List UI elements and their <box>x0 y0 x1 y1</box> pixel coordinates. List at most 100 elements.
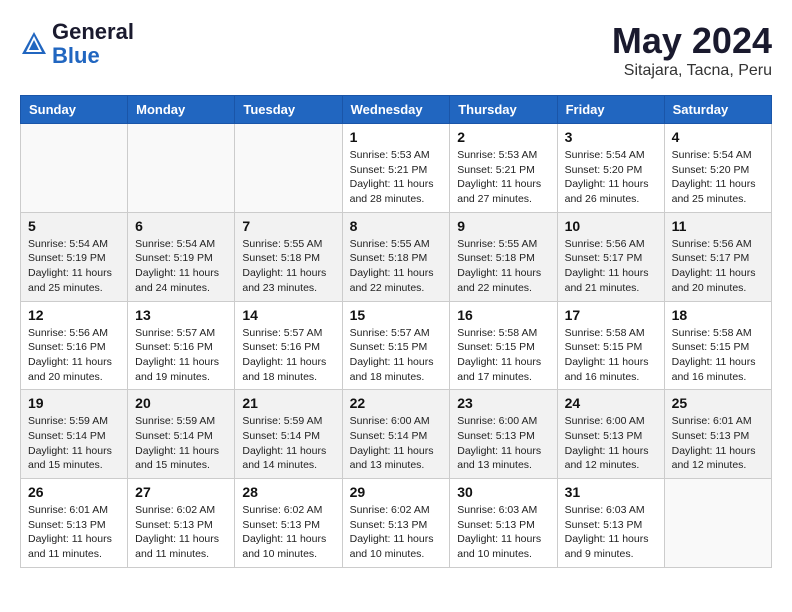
day-number: 24 <box>565 395 657 411</box>
calendar-day-cell: 15 Sunrise: 5:57 AM Sunset: 5:15 PM Dayli… <box>342 301 450 390</box>
weekday-header-saturday: Saturday <box>664 96 771 124</box>
calendar-week-row: 12 Sunrise: 5:56 AM Sunset: 5:16 PM Dayli… <box>21 301 772 390</box>
day-number: 3 <box>565 129 657 145</box>
day-info: Sunrise: 5:57 AM Sunset: 5:16 PM Dayligh… <box>135 326 227 385</box>
day-number: 31 <box>565 484 657 500</box>
day-info: Sunrise: 5:57 AM Sunset: 5:16 PM Dayligh… <box>242 326 334 385</box>
day-info: Sunrise: 5:53 AM Sunset: 5:21 PM Dayligh… <box>457 148 549 207</box>
day-info: Sunrise: 6:02 AM Sunset: 5:13 PM Dayligh… <box>135 503 227 562</box>
calendar-day-cell: 8 Sunrise: 5:55 AM Sunset: 5:18 PM Daylig… <box>342 212 450 301</box>
logo-line1: General <box>52 20 134 44</box>
calendar-day-cell <box>664 479 771 568</box>
day-info: Sunrise: 5:59 AM Sunset: 5:14 PM Dayligh… <box>242 414 334 473</box>
calendar-day-cell: 11 Sunrise: 5:56 AM Sunset: 5:17 PM Dayli… <box>664 212 771 301</box>
day-number: 25 <box>672 395 764 411</box>
calendar-day-cell: 1 Sunrise: 5:53 AM Sunset: 5:21 PM Daylig… <box>342 124 450 213</box>
day-number: 27 <box>135 484 227 500</box>
page-header: General Blue May 2024 Sitajara, Tacna, P… <box>20 20 772 80</box>
day-info: Sunrise: 5:55 AM Sunset: 5:18 PM Dayligh… <box>350 237 443 296</box>
logo: General Blue <box>20 20 134 68</box>
calendar-day-cell: 16 Sunrise: 5:58 AM Sunset: 5:15 PM Dayli… <box>450 301 557 390</box>
weekday-header-row: SundayMondayTuesdayWednesdayThursdayFrid… <box>21 96 772 124</box>
calendar-day-cell: 10 Sunrise: 5:56 AM Sunset: 5:17 PM Dayli… <box>557 212 664 301</box>
calendar-day-cell: 23Sunrise: 6:00 AM Sunset: 5:13 PM Dayli… <box>450 390 557 479</box>
day-info: Sunrise: 5:58 AM Sunset: 5:15 PM Dayligh… <box>672 326 764 385</box>
calendar-day-cell: 3 Sunrise: 5:54 AM Sunset: 5:20 PM Daylig… <box>557 124 664 213</box>
calendar-day-cell: 14Sunrise: 5:57 AM Sunset: 5:16 PM Dayli… <box>235 301 342 390</box>
day-number: 9 <box>457 218 549 234</box>
day-info: Sunrise: 5:56 AM Sunset: 5:16 PM Dayligh… <box>28 326 120 385</box>
calendar-day-cell: 12 Sunrise: 5:56 AM Sunset: 5:16 PM Dayli… <box>21 301 128 390</box>
day-info: Sunrise: 6:03 AM Sunset: 5:13 PM Dayligh… <box>457 503 549 562</box>
day-info: Sunrise: 6:01 AM Sunset: 5:13 PM Dayligh… <box>672 414 764 473</box>
day-number: 7 <box>242 218 334 234</box>
calendar-day-cell: 22Sunrise: 6:00 AM Sunset: 5:14 PM Dayli… <box>342 390 450 479</box>
day-number: 2 <box>457 129 549 145</box>
day-number: 12 <box>28 307 120 323</box>
calendar-week-row: 1 Sunrise: 5:53 AM Sunset: 5:21 PM Daylig… <box>21 124 772 213</box>
day-info: Sunrise: 5:59 AM Sunset: 5:14 PM Dayligh… <box>28 414 120 473</box>
day-number: 11 <box>672 218 764 234</box>
day-info: Sunrise: 6:00 AM Sunset: 5:13 PM Dayligh… <box>565 414 657 473</box>
day-info: Sunrise: 6:00 AM Sunset: 5:14 PM Dayligh… <box>350 414 443 473</box>
day-number: 10 <box>565 218 657 234</box>
calendar-location: Sitajara, Tacna, Peru <box>612 62 772 80</box>
calendar-table: SundayMondayTuesdayWednesdayThursdayFrid… <box>20 95 772 568</box>
calendar-day-cell: 31 Sunrise: 6:03 AM Sunset: 5:13 PM Dayli… <box>557 479 664 568</box>
calendar-day-cell: 26 Sunrise: 6:01 AM Sunset: 5:13 PM Dayli… <box>21 479 128 568</box>
calendar-day-cell: 9 Sunrise: 5:55 AM Sunset: 5:18 PM Daylig… <box>450 212 557 301</box>
day-number: 28 <box>242 484 334 500</box>
calendar-day-cell: 28Sunrise: 6:02 AM Sunset: 5:13 PM Dayli… <box>235 479 342 568</box>
day-number: 30 <box>457 484 549 500</box>
calendar-week-row: 19Sunrise: 5:59 AM Sunset: 5:14 PM Dayli… <box>21 390 772 479</box>
day-info: Sunrise: 5:58 AM Sunset: 5:15 PM Dayligh… <box>457 326 549 385</box>
weekday-header-thursday: Thursday <box>450 96 557 124</box>
day-info: Sunrise: 5:56 AM Sunset: 5:17 PM Dayligh… <box>565 237 657 296</box>
day-info: Sunrise: 6:03 AM Sunset: 5:13 PM Dayligh… <box>565 503 657 562</box>
day-number: 16 <box>457 307 549 323</box>
day-number: 8 <box>350 218 443 234</box>
day-number: 29 <box>350 484 443 500</box>
calendar-day-cell <box>128 124 235 213</box>
day-info: Sunrise: 5:54 AM Sunset: 5:20 PM Dayligh… <box>565 148 657 207</box>
day-number: 18 <box>672 307 764 323</box>
day-number: 20 <box>135 395 227 411</box>
day-info: Sunrise: 5:55 AM Sunset: 5:18 PM Dayligh… <box>457 237 549 296</box>
day-info: Sunrise: 5:53 AM Sunset: 5:21 PM Dayligh… <box>350 148 443 207</box>
calendar-day-cell: 7Sunrise: 5:55 AM Sunset: 5:18 PM Daylig… <box>235 212 342 301</box>
weekday-header-tuesday: Tuesday <box>235 96 342 124</box>
day-number: 15 <box>350 307 443 323</box>
day-info: Sunrise: 5:54 AM Sunset: 5:19 PM Dayligh… <box>28 237 120 296</box>
calendar-week-row: 26 Sunrise: 6:01 AM Sunset: 5:13 PM Dayli… <box>21 479 772 568</box>
day-info: Sunrise: 6:01 AM Sunset: 5:13 PM Dayligh… <box>28 503 120 562</box>
day-number: 5 <box>28 218 120 234</box>
calendar-day-cell: 30 Sunrise: 6:03 AM Sunset: 5:13 PM Dayli… <box>450 479 557 568</box>
calendar-day-cell: 13 Sunrise: 5:57 AM Sunset: 5:16 PM Dayli… <box>128 301 235 390</box>
calendar-day-cell: 19Sunrise: 5:59 AM Sunset: 5:14 PM Dayli… <box>21 390 128 479</box>
day-info: Sunrise: 5:56 AM Sunset: 5:17 PM Dayligh… <box>672 237 764 296</box>
calendar-day-cell: 2 Sunrise: 5:53 AM Sunset: 5:21 PM Daylig… <box>450 124 557 213</box>
day-number: 21 <box>242 395 334 411</box>
day-number: 13 <box>135 307 227 323</box>
day-number: 1 <box>350 129 443 145</box>
day-info: Sunrise: 5:58 AM Sunset: 5:15 PM Dayligh… <box>565 326 657 385</box>
day-number: 26 <box>28 484 120 500</box>
day-info: Sunrise: 5:59 AM Sunset: 5:14 PM Dayligh… <box>135 414 227 473</box>
calendar-day-cell: 27 Sunrise: 6:02 AM Sunset: 5:13 PM Dayli… <box>128 479 235 568</box>
calendar-week-row: 5 Sunrise: 5:54 AM Sunset: 5:19 PM Daylig… <box>21 212 772 301</box>
calendar-day-cell: 5 Sunrise: 5:54 AM Sunset: 5:19 PM Daylig… <box>21 212 128 301</box>
calendar-day-cell: 20 Sunrise: 5:59 AM Sunset: 5:14 PM Dayli… <box>128 390 235 479</box>
day-info: Sunrise: 6:02 AM Sunset: 5:13 PM Dayligh… <box>350 503 443 562</box>
calendar-day-cell <box>235 124 342 213</box>
logo-icon <box>20 30 48 58</box>
title-block: May 2024 Sitajara, Tacna, Peru <box>612 20 772 80</box>
weekday-header-wednesday: Wednesday <box>342 96 450 124</box>
day-info: Sunrise: 5:54 AM Sunset: 5:19 PM Dayligh… <box>135 237 227 296</box>
calendar-day-cell <box>21 124 128 213</box>
calendar-day-cell: 29 Sunrise: 6:02 AM Sunset: 5:13 PM Dayli… <box>342 479 450 568</box>
calendar-day-cell: 25 Sunrise: 6:01 AM Sunset: 5:13 PM Dayli… <box>664 390 771 479</box>
day-number: 17 <box>565 307 657 323</box>
day-info: Sunrise: 6:00 AM Sunset: 5:13 PM Dayligh… <box>457 414 549 473</box>
day-number: 4 <box>672 129 764 145</box>
day-info: Sunrise: 5:57 AM Sunset: 5:15 PM Dayligh… <box>350 326 443 385</box>
